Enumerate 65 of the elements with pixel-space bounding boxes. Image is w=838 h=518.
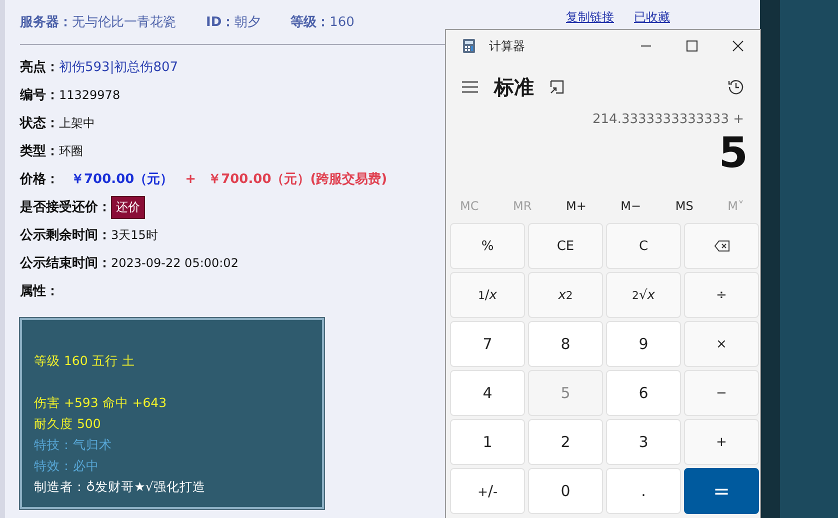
calculator-key[interactable]: ÷ xyxy=(684,272,759,318)
field-label: 亮点： xyxy=(20,58,59,76)
calculator-icon xyxy=(463,39,475,53)
close-icon[interactable] xyxy=(732,40,744,52)
menu-icon[interactable] xyxy=(462,81,478,93)
attribute-line: 等级 160 五行 土 xyxy=(34,352,136,370)
counter-offer-button[interactable]: 还价 xyxy=(111,196,145,218)
window-title: 计算器 xyxy=(489,38,526,54)
field-label: 编号： xyxy=(20,86,59,104)
level-label: 等级： xyxy=(290,14,330,31)
calculator-key[interactable]: 4 xyxy=(450,370,525,416)
field-label: 是否接受还价： xyxy=(20,198,111,216)
result-display: 5 xyxy=(718,127,749,179)
field-label: 公示剩余时间： xyxy=(20,227,111,244)
calculator-key[interactable]: C xyxy=(606,223,681,269)
header-link[interactable]: 复制链接 xyxy=(566,8,614,26)
header-link[interactable]: 已收藏 xyxy=(634,8,670,26)
calculator-key[interactable]: × xyxy=(684,321,759,367)
calculator-key[interactable]: 0 xyxy=(528,468,603,514)
attribute-line: 制造者：♁发财哥★√强化打造 xyxy=(34,478,206,496)
calculator-key[interactable]: + xyxy=(684,419,759,465)
id-label: ID： xyxy=(206,14,235,31)
keep-on-top-icon[interactable] xyxy=(550,80,564,94)
field-value: 环圈 xyxy=(59,142,83,160)
field-label: 价格： xyxy=(20,171,59,188)
calculator-key[interactable]: % xyxy=(450,223,525,269)
calculator-key[interactable]: 1 xyxy=(450,419,525,465)
field-value: 2023-09-22 05:00:02 xyxy=(111,256,238,270)
expression-text: 214.3333333333333 + xyxy=(592,112,745,127)
calculator-key[interactable]: − xyxy=(684,370,759,416)
history-icon[interactable] xyxy=(728,79,744,95)
calculator-key[interactable]: 6 xyxy=(606,370,681,416)
attribute-line: 特技：气归术 xyxy=(34,436,113,454)
field-label: 公示结束时间： xyxy=(20,255,111,272)
field-label: 属性： xyxy=(20,283,59,300)
attribute-line: 特效：必中 xyxy=(34,457,100,475)
attribute-line: 耐久度 500 xyxy=(34,415,102,433)
maximize-icon[interactable] xyxy=(686,40,698,52)
memory-button[interactable]: M+ xyxy=(566,199,586,213)
field-label: 类型： xyxy=(20,143,59,160)
memory-button[interactable]: MS xyxy=(675,199,694,213)
level-value: 160 xyxy=(330,14,354,30)
calculator-key[interactable]: CE xyxy=(528,223,603,269)
field-value: 上架中 xyxy=(59,114,95,132)
calculator-key[interactable]: 3 xyxy=(606,419,681,465)
calculator-key[interactable]: 8 xyxy=(528,321,603,367)
equals-button[interactable]: = xyxy=(684,468,759,514)
backspace-icon xyxy=(714,240,730,252)
mode-title: 标准 xyxy=(494,74,534,100)
plus-sign: + xyxy=(185,172,196,186)
fee-value: ￥700.00（元）(跨服交易费) xyxy=(208,170,388,188)
calculator-key[interactable]: 9 xyxy=(606,321,681,367)
calculator-key[interactable]: 2 xyxy=(528,419,603,465)
calculator-key[interactable]: 7 xyxy=(450,321,525,367)
price-value: ￥700.00（元） xyxy=(71,171,174,188)
field-value: 11329978 xyxy=(59,88,120,102)
field-value: 3天15时 xyxy=(111,226,158,244)
memory-button[interactable]: M− xyxy=(620,199,642,213)
server-name: 无与伦比一青花瓷 xyxy=(72,14,176,31)
field-label: 状态： xyxy=(20,115,59,132)
character-id: 朝夕 xyxy=(234,14,261,31)
server-label: 服务器： xyxy=(20,14,72,31)
attribute-line: 伤害 +593 命中 +643 xyxy=(34,394,168,412)
calculator-key[interactable]: . xyxy=(606,468,681,514)
field-value[interactable]: 初伤593|初总伤807 xyxy=(59,58,178,76)
